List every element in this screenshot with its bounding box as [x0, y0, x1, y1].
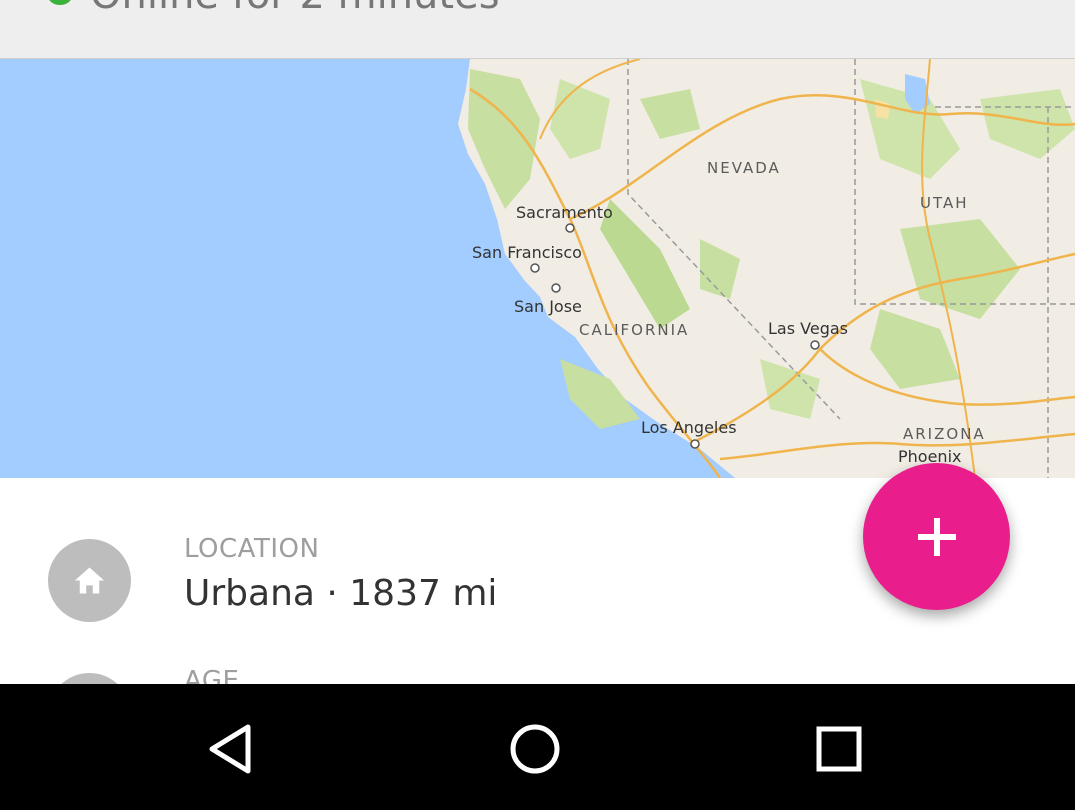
map-graphic — [0, 59, 1075, 478]
status-strip: Online for 2 minutes — [0, 0, 1075, 59]
age-row-icon — [48, 673, 131, 684]
location-row-icon — [48, 539, 131, 622]
system-navigation-bar — [0, 684, 1075, 810]
map-label-los-angeles: Los Angeles — [641, 418, 737, 437]
map-label-arizona: ARIZONA — [903, 425, 986, 443]
map-label-san-jose: San Jose — [514, 297, 582, 316]
home-circle-icon — [510, 724, 560, 774]
map-label-san-francisco: San Francisco — [472, 243, 582, 262]
location-label: LOCATION — [184, 534, 320, 564]
back-triangle-icon — [209, 724, 251, 774]
home-button[interactable] — [490, 704, 580, 794]
age-label: AGE — [184, 666, 240, 684]
map-label-las-vegas: Las Vegas — [768, 319, 848, 338]
recents-button[interactable] — [794, 704, 884, 794]
location-map[interactable]: NEVADA UTAH Sacramento San Francisco San… — [0, 59, 1075, 478]
plus-icon — [917, 517, 956, 556]
map-label-utah: UTAH — [920, 194, 969, 212]
back-button[interactable] — [188, 704, 278, 794]
online-status-dot — [48, 0, 72, 5]
home-icon — [74, 567, 105, 594]
map-label-nevada: NEVADA — [707, 159, 781, 177]
map-label-california: CALIFORNIA — [579, 321, 690, 339]
online-status-text: Online for 2 minutes — [90, 0, 500, 18]
add-fab-button[interactable] — [863, 463, 1010, 610]
recents-square-icon — [816, 726, 862, 772]
location-value: Urbana · 1837 mi — [184, 573, 498, 614]
map-label-sacramento: Sacramento — [516, 203, 613, 222]
